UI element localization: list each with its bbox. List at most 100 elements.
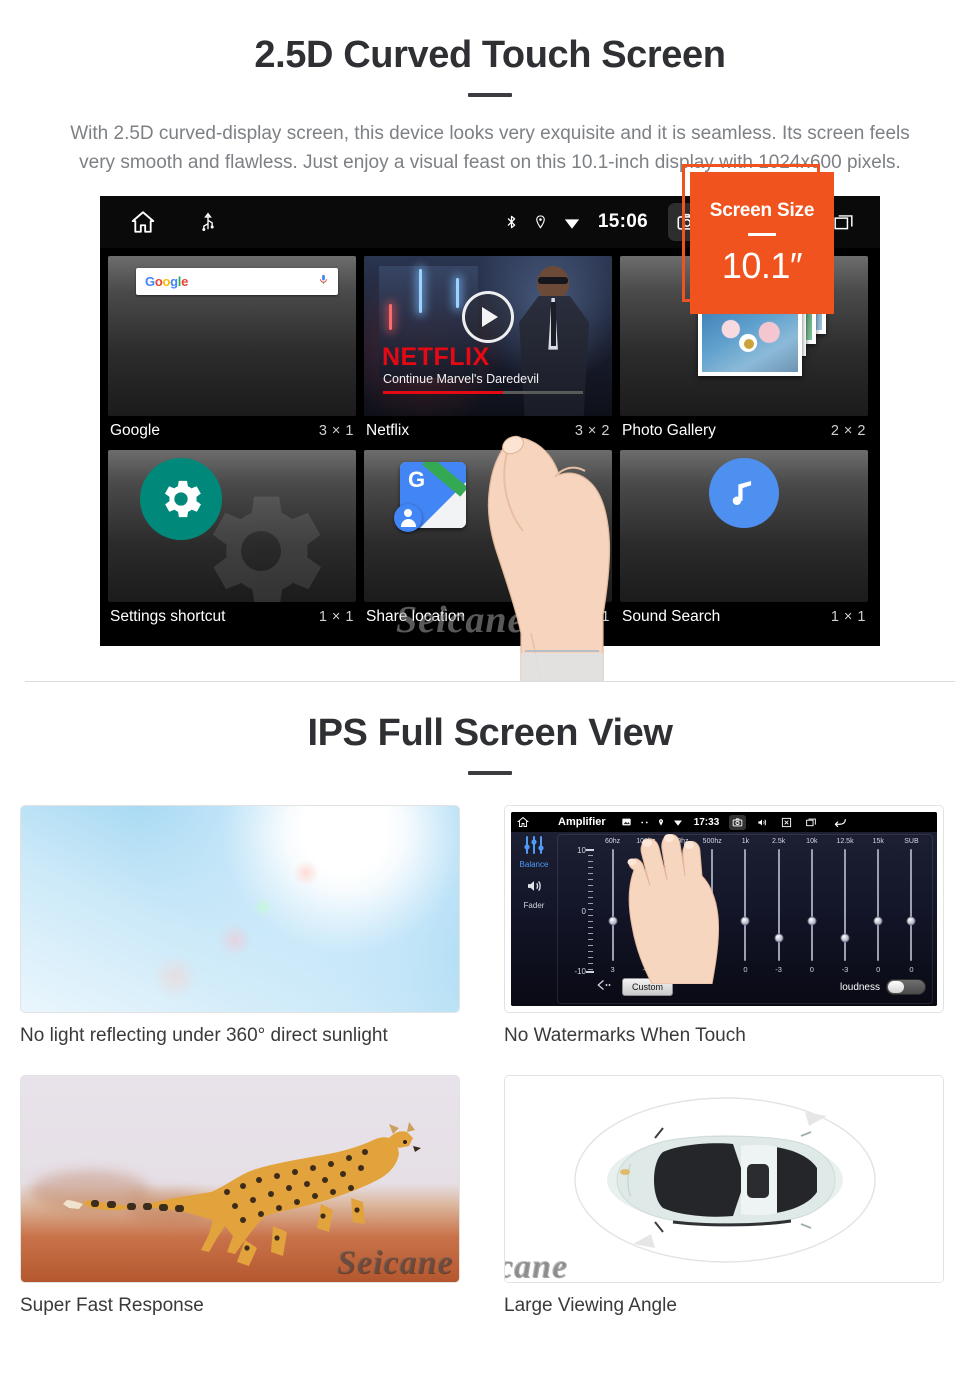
location-icon (533, 212, 548, 232)
band-freq: 1k (741, 838, 750, 845)
sidebar-item-balance[interactable]: Balance (511, 836, 557, 869)
play-icon[interactable] (462, 290, 514, 343)
band-value: 0 (743, 965, 748, 974)
home-icon[interactable] (517, 816, 529, 828)
band-value: 0 (809, 965, 814, 974)
status-bar-clock: 15:06 (597, 211, 648, 232)
eq-band[interactable]: 0 (895, 849, 928, 974)
netflix-progress-bar (383, 391, 583, 394)
seicane-watermark-partial: Seicane (504, 1248, 568, 1283)
badge-value: 10.1″ (721, 244, 803, 286)
bluetooth-icon (504, 212, 519, 232)
feature-card-sunlight: No light reflecting under 360° direct su… (20, 805, 460, 1047)
recents-icon[interactable] (802, 815, 820, 830)
badge-title: Screen Size (709, 199, 815, 221)
home-icon[interactable] (130, 209, 156, 235)
location-icon (657, 817, 665, 828)
widget-size: 3 × 2 (574, 423, 610, 439)
widget-label: Photo Gallery (622, 422, 716, 439)
title-underline (468, 93, 512, 97)
camera-icon[interactable] (729, 814, 747, 830)
band-value: 0 (876, 965, 881, 974)
band-freq: 15k (872, 838, 884, 845)
widget-size: 2 × 2 (830, 423, 866, 439)
band-value: -3 (775, 965, 782, 974)
equalizer-scale: 10 0 -10 (566, 846, 596, 976)
gallery-icon[interactable] (621, 817, 632, 827)
loudness-toggle[interactable] (886, 979, 926, 995)
band-freq: 12.5k (836, 838, 854, 845)
wifi-icon (672, 817, 684, 827)
widget-sound-search[interactable]: Sound Search 1 × 1 (620, 450, 868, 632)
sidebar-label: Fader (523, 901, 545, 910)
widget-netflix[interactable]: NETFLIX Continue Marvel's Daredevil Netf… (364, 256, 612, 446)
feature-card-viewing-angle: Seicane Large Viewing Angle (504, 1075, 944, 1317)
settings-gear-icon (140, 458, 222, 540)
section2-title: IPS Full Screen View (307, 712, 673, 754)
netflix-preview: NETFLIX Continue Marvel's Daredevil (364, 256, 612, 416)
widget-size: 1 × 1 (318, 609, 354, 625)
feature-card-no-watermarks: Amplifier 17:33 Balance Fader 60hz 500hz… (504, 805, 944, 1047)
maps-g-letter: G (408, 467, 426, 492)
widget-size: 3 × 1 (318, 423, 354, 439)
eq-band[interactable]: -3 (762, 849, 795, 974)
badge-divider (748, 232, 776, 236)
section-divider (25, 681, 955, 682)
previous-preset-icon[interactable] (596, 978, 614, 996)
google-logo: Google (145, 274, 189, 289)
sidebar-item-fader[interactable]: Fader (511, 877, 557, 910)
widget-label: Netflix (366, 422, 410, 439)
section-ips-full-screen-view: IPS Full Screen View No light reflecting… (0, 682, 980, 1317)
eq-band[interactable]: 0 (795, 849, 828, 974)
microphone-icon[interactable] (318, 272, 329, 292)
more-icon[interactable] (639, 820, 650, 825)
close-icon[interactable] (778, 815, 795, 830)
page-title: 2.5D Curved Touch Screen (254, 34, 726, 76)
card-caption: No Watermarks When Touch (504, 1025, 746, 1046)
scale-min: -10 (574, 967, 586, 976)
band-freq: 2.5k (772, 838, 786, 845)
section2-title-underline (468, 771, 512, 775)
widget-size: 1 × 1 (574, 609, 610, 625)
widget-google[interactable]: Google Google 3 × 1 (108, 256, 356, 446)
band-value: 0 (909, 965, 914, 974)
netflix-subtitle: Continue Marvel's Daredevil (383, 372, 539, 386)
eq-band[interactable]: 0 (729, 849, 762, 974)
sidebar-label: Balance (519, 860, 549, 869)
card-caption: No light reflecting under 360° direct su… (20, 1025, 388, 1046)
google-maps-icon: G (394, 456, 472, 534)
eq-band[interactable]: -3 (828, 849, 861, 974)
widget-size: 1 × 1 (830, 609, 866, 625)
person-avatar-icon (394, 504, 422, 532)
volume-icon[interactable] (753, 815, 771, 830)
band-value: -3 (841, 965, 849, 974)
widget-label: Google (110, 422, 160, 439)
eq-band[interactable]: 0 (862, 849, 895, 974)
feature-card-fast-response: Seicane Super Fast Response (20, 1075, 460, 1317)
feature-card-grid: No light reflecting under 360° direct su… (20, 805, 960, 1317)
section-curved-touch-screen: 2.5D Curved Touch Screen With 2.5D curve… (0, 0, 980, 682)
amplifier-title: Amplifier (558, 816, 606, 828)
amplifier-clock: 17:33 (693, 816, 720, 828)
page-root: 2.5D Curved Touch Screen With 2.5D curve… (0, 0, 980, 1394)
google-search-bar[interactable]: Google (136, 268, 338, 295)
widget-settings-shortcut[interactable]: Settings shortcut 1 × 1 (108, 450, 356, 632)
amplifier-status-bar: Amplifier 17:33 (511, 812, 937, 832)
seicane-watermark: Seicane (396, 599, 526, 641)
screen-size-badge: Screen Size 10.1″ (682, 164, 834, 319)
widget-label: Settings shortcut (110, 608, 226, 625)
equalizer-panel: 60hz 100hz 200hz 500hz 1k 2.5k 10k 12.5k… (557, 834, 933, 1004)
band-freq: SUB (904, 838, 919, 845)
card-caption: Large Viewing Angle (504, 1295, 677, 1316)
wifi-icon (562, 213, 582, 231)
seicane-watermark: Seicane (336, 1244, 453, 1281)
loudness-label: loudness (839, 981, 880, 993)
back-icon[interactable] (833, 817, 847, 828)
car-top-view-image: Seicane (504, 1075, 944, 1283)
amplifier-screenshot: Amplifier 17:33 Balance Fader 60hz 500hz… (504, 805, 944, 1013)
usb-icon[interactable] (198, 211, 218, 233)
sky-image (20, 805, 460, 1013)
card-caption: Super Fast Response (20, 1295, 204, 1316)
band-freq: 10k (806, 838, 818, 845)
cheetah-image: Seicane (20, 1075, 460, 1283)
